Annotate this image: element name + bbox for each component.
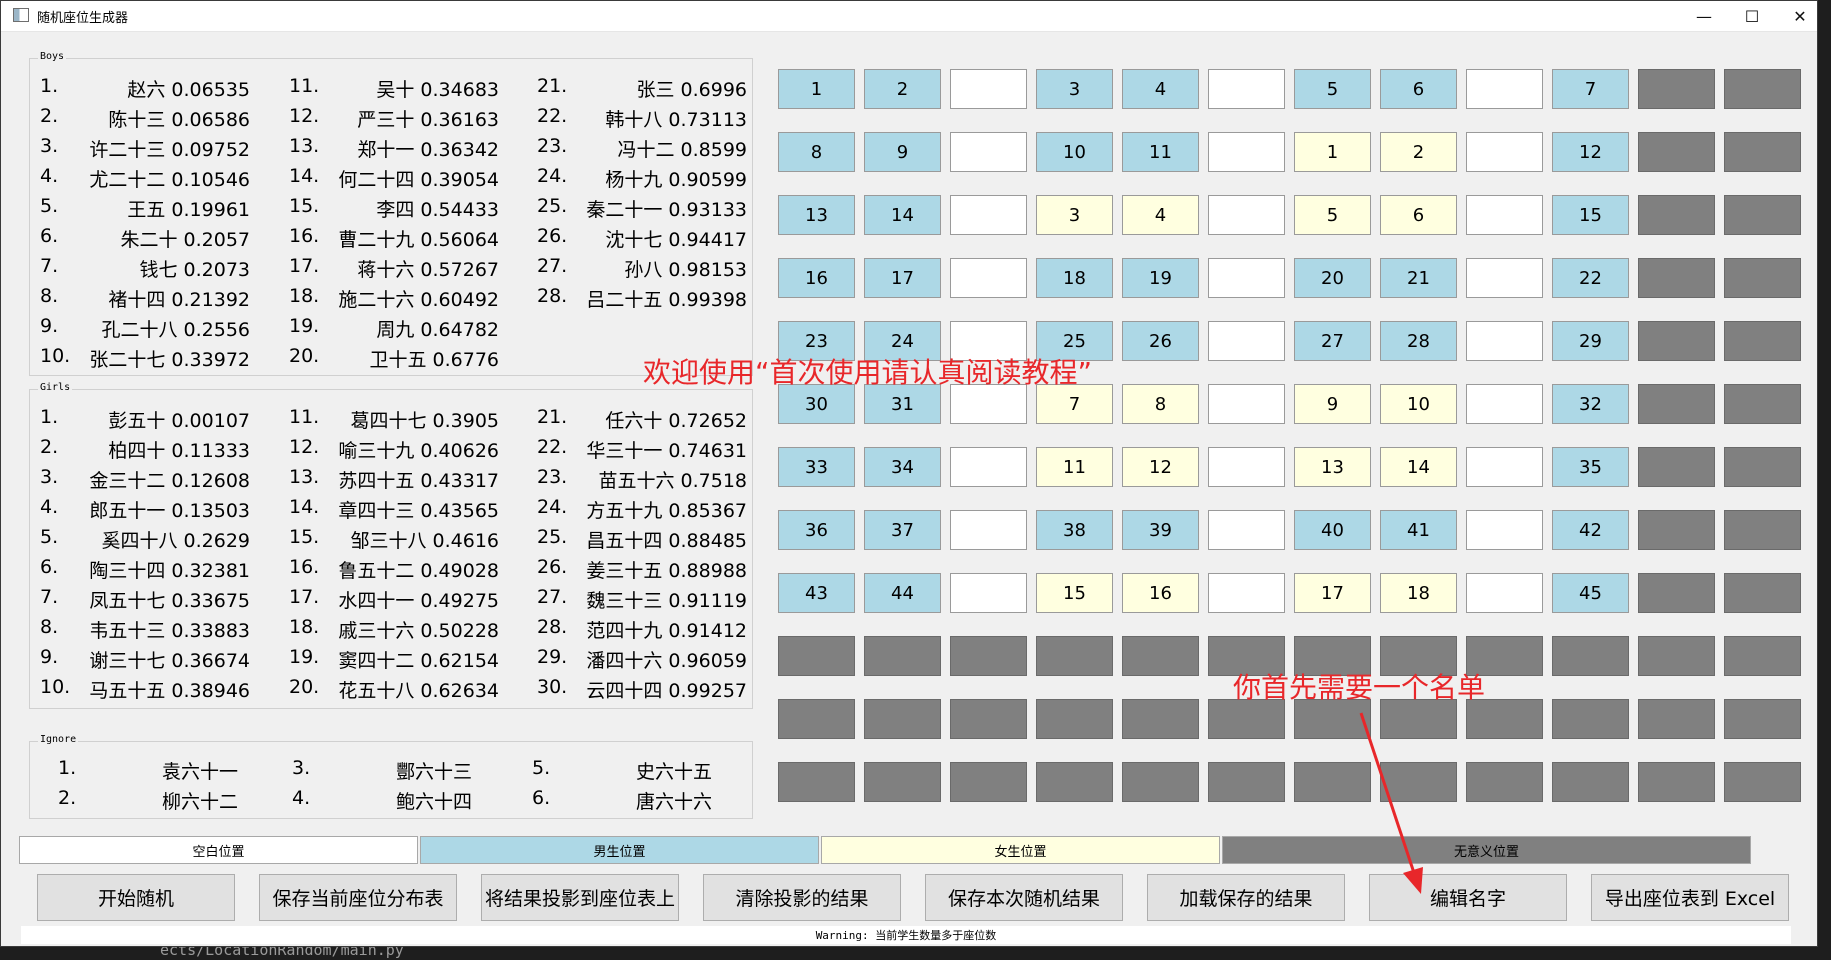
arrow-to-edit-names-icon [1359,712,1423,894]
app-window: 随机座位生成器 — ☐ ✕ Boys 1. 赵六 0.06535 2. 陈十三 0.0… [0,0,1818,947]
